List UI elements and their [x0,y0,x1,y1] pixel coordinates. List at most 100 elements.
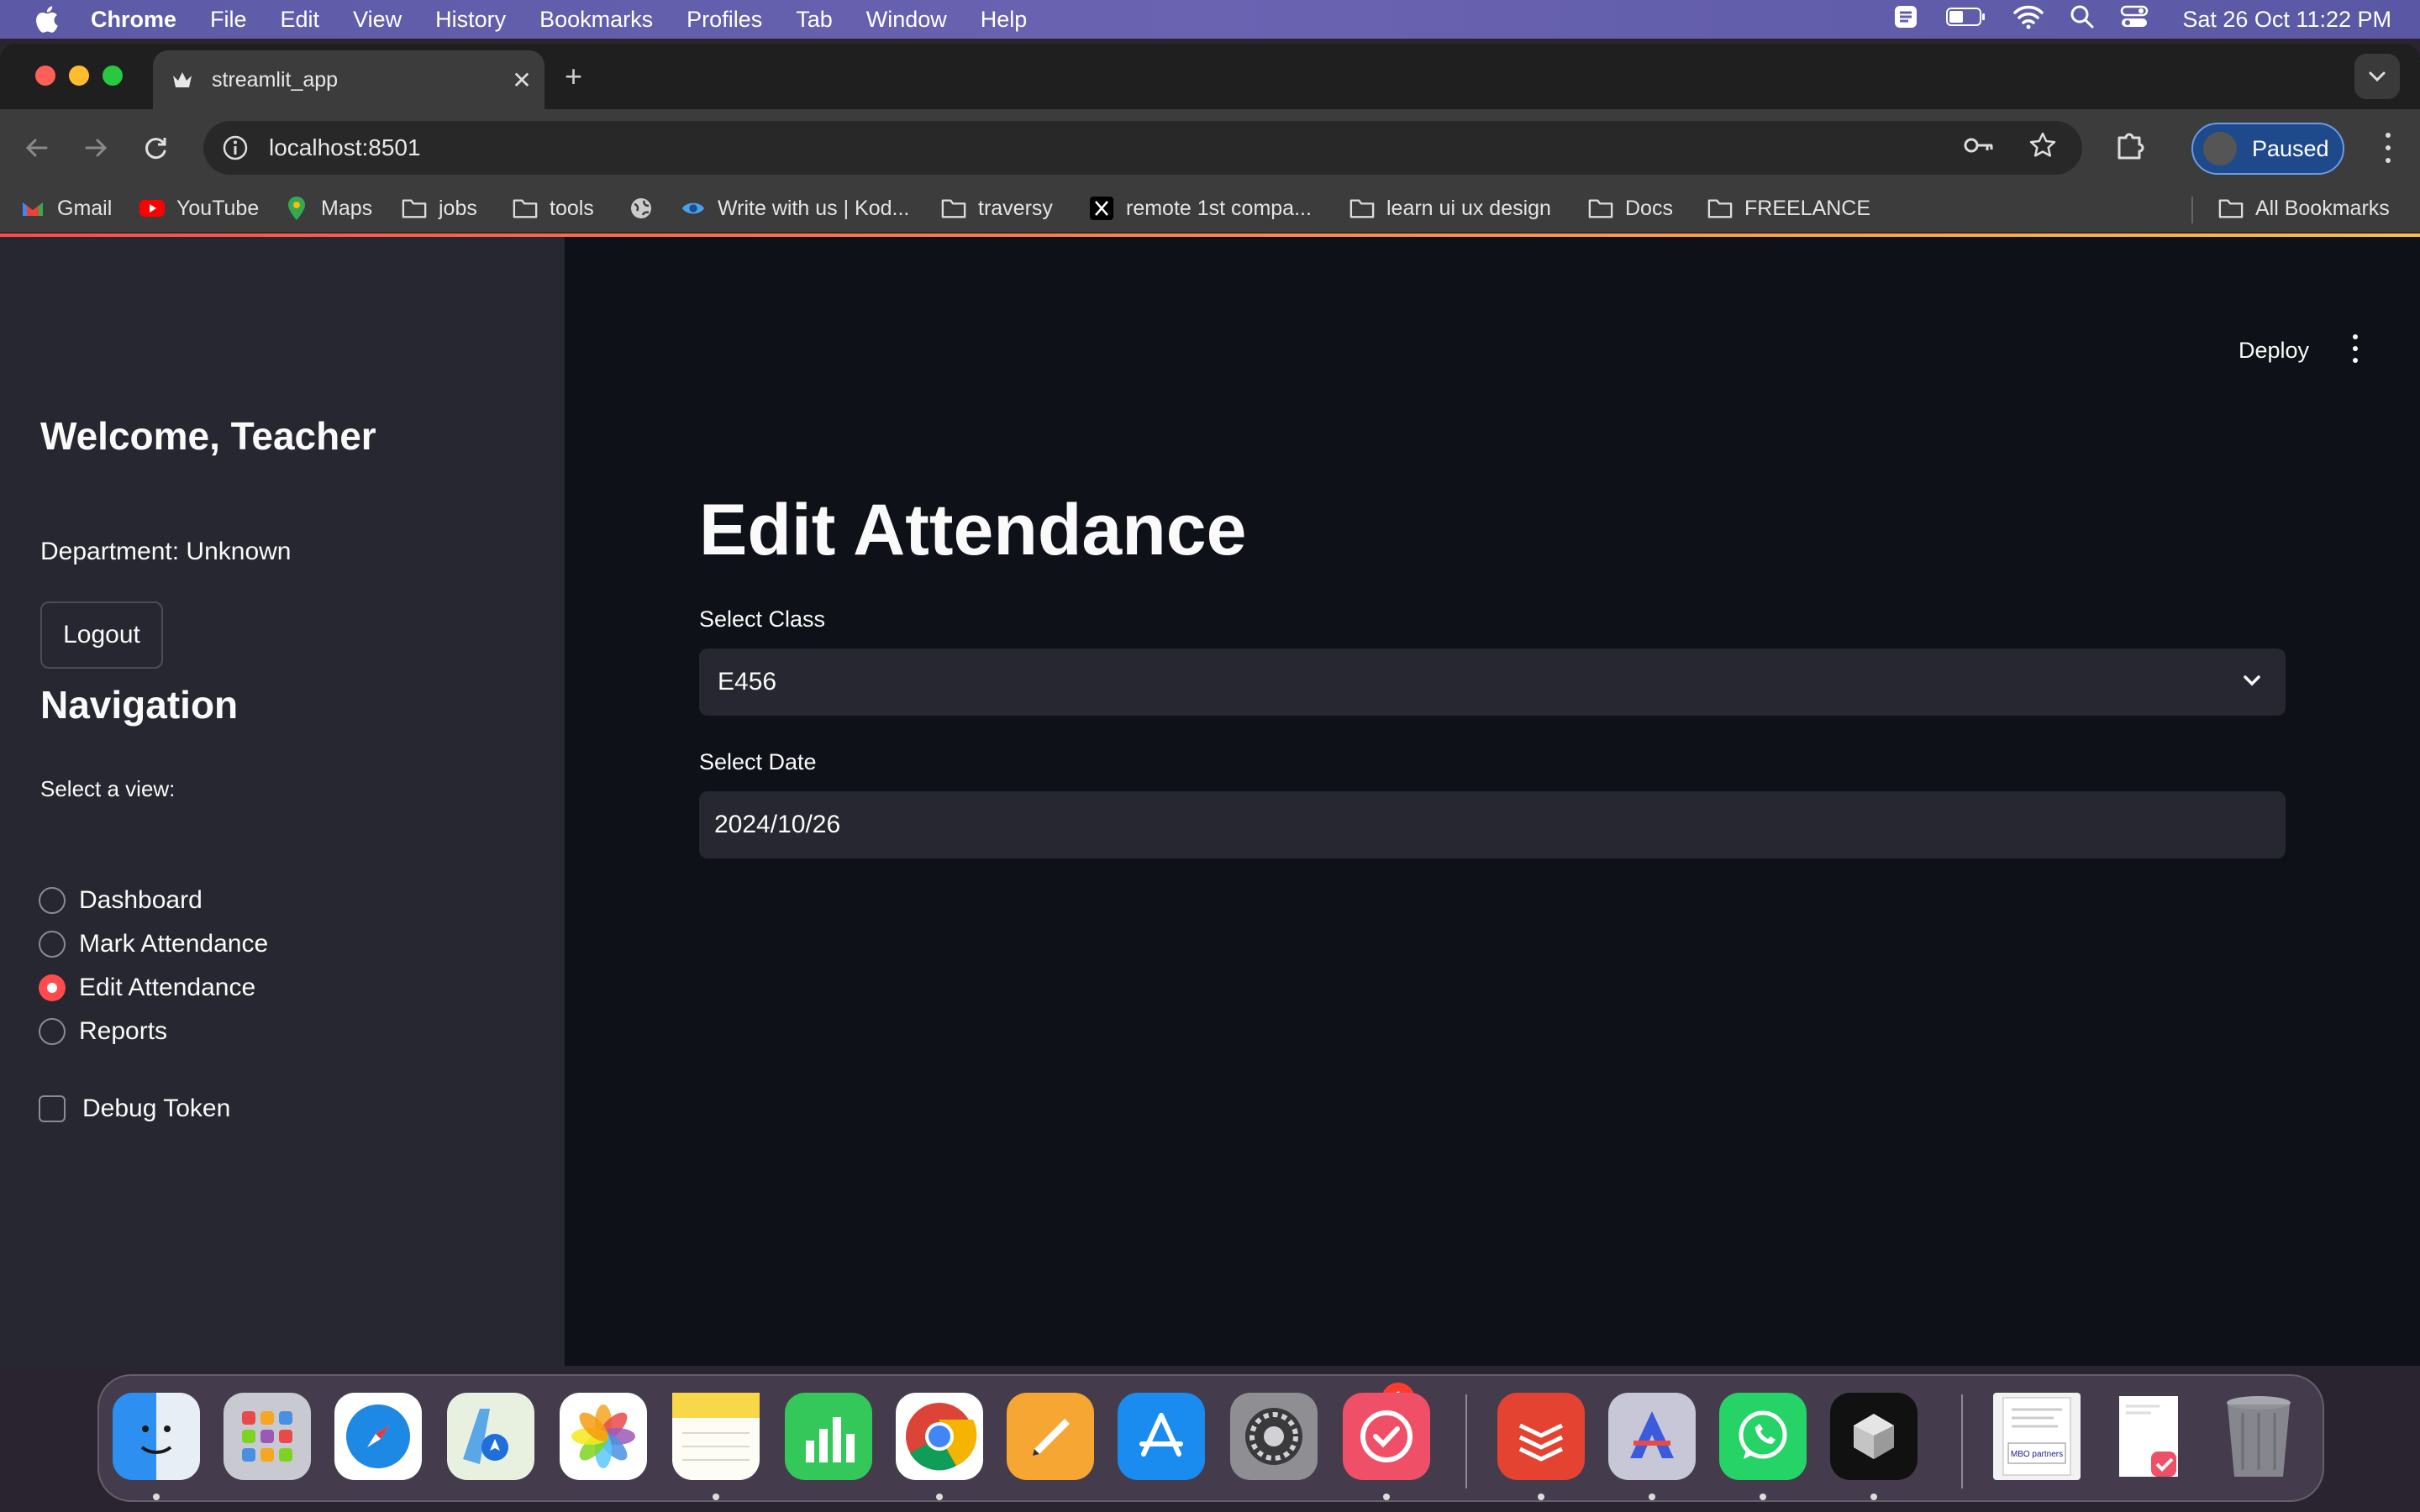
finder-icon[interactable] [113,1393,200,1480]
apple-menu-icon[interactable] [34,3,62,36]
window-fullscreen-button[interactable] [103,66,123,86]
bookmark-maps[interactable]: Maps [284,186,372,230]
bookmark-folder-learn-ui-ux[interactable]: learn ui ux design [1349,186,1551,230]
spotlight-search-icon[interactable] [2070,4,2095,35]
pdf-preview-icon[interactable] [2104,1393,2191,1480]
navigation-heading: Navigation [40,683,239,727]
bookmark-folder-traversy[interactable]: traversy [941,186,1053,230]
radio-circle-selected[interactable] [39,974,66,1001]
menu-profiles[interactable]: Profiles [687,7,762,33]
app-status-icon[interactable] [1891,3,1920,37]
notes-icon[interactable] [672,1393,760,1480]
back-arrow-icon[interactable] [18,129,55,166]
date-input[interactable]: 2024/10/26 [699,791,2286,858]
running-indicator [1649,1494,1655,1500]
cube-app-icon[interactable] [1830,1393,1918,1480]
radio-circle[interactable] [39,931,66,958]
battery-icon[interactable] [1945,6,1987,34]
maps-icon[interactable] [447,1393,534,1480]
menu-history[interactable]: History [435,7,506,33]
radio-circle[interactable] [39,1018,66,1045]
whatsapp-icon[interactable] [1719,1393,1807,1480]
bookmark-remote-companies[interactable]: remote 1st compa... [1089,186,1312,230]
macos-menu-bar: Chrome File Edit View History Bookmarks … [0,0,2420,39]
control-center-icon[interactable] [2120,4,2149,35]
tab-close-icon[interactable]: ✕ [508,66,536,94]
app-menu-kebab-icon[interactable] [2348,334,2363,363]
url-text[interactable]: localhost:8501 [269,134,421,161]
menu-window[interactable]: Window [866,7,947,33]
trash-icon[interactable] [2215,1393,2302,1480]
document-preview-icon[interactable]: MBO partners [1993,1393,2081,1480]
chevron-down-icon[interactable] [2240,669,2264,699]
bookmark-label: Write with us | Kod... [718,196,910,220]
menu-tab[interactable]: Tab [796,7,833,33]
tab-strip: streamlit_app ✕ + [0,44,2420,109]
radio-option-edit-attendance[interactable]: Edit Attendance [39,971,255,1005]
globe-icon [629,196,654,221]
chrome-icon[interactable] [896,1393,983,1480]
class-select[interactable]: E456 [699,648,2286,716]
wifi-icon[interactable] [2012,4,2044,35]
bookmark-label: tools [550,196,594,220]
bookmark-globe[interactable] [629,186,666,230]
menu-view[interactable]: View [353,7,402,33]
affinity-icon[interactable] [1608,1393,1696,1480]
menu-bookmarks[interactable]: Bookmarks [539,7,653,33]
bookmark-folder-freelance[interactable]: FREELANCE [1707,186,1870,230]
photos-icon[interactable] [560,1393,647,1480]
deploy-button[interactable]: Deploy [2238,338,2309,364]
folder-icon [1707,196,1733,221]
logout-button[interactable]: Logout [40,601,163,669]
radio-option-dashboard[interactable]: Dashboard [39,884,203,917]
mbo-partners-label: MBO partners [2011,1450,2063,1459]
password-key-icon[interactable] [1963,134,1995,161]
select-class-label: Select Class [699,606,826,632]
streamlit-crown-icon [171,68,195,92]
site-info-icon[interactable] [218,131,252,165]
checkbox-box[interactable] [39,1095,66,1122]
view-radio-label: Select a view: [40,776,176,801]
address-bar[interactable]: localhost:8501 [203,121,2082,175]
tab-search-chevron-icon[interactable] [2354,54,2400,99]
menu-app-name[interactable]: Chrome [91,7,176,33]
tasks-check-icon[interactable] [1343,1393,1430,1480]
welcome-heading: Welcome, Teacher [40,414,376,458]
menu-file[interactable]: File [210,7,247,33]
bookmark-gmail[interactable]: Gmail [20,186,112,230]
browser-tab[interactable]: streamlit_app ✕ [153,50,544,109]
date-input-value[interactable]: 2024/10/26 [714,811,840,839]
pages-icon[interactable] [1007,1393,1094,1480]
numbers-icon[interactable] [785,1393,872,1480]
menu-help[interactable]: Help [981,7,1028,33]
forward-arrow-icon[interactable] [77,129,114,166]
reload-icon[interactable] [138,129,175,166]
bookmark-star-icon[interactable] [2028,131,2057,165]
launchpad-icon[interactable] [224,1393,311,1480]
all-bookmarks-folder[interactable]: All Bookmarks [2218,186,2390,230]
debug-token-checkbox[interactable]: Debug Token [39,1092,230,1126]
bookmark-write-with-us[interactable]: Write with us | Kod... [681,186,909,230]
menubar-clock[interactable]: Sat 26 Oct 11:22 PM [2182,7,2391,33]
bookmarks-bar: Gmail YouTube Maps jobs tools Write with… [0,186,2420,234]
running-indicator [713,1494,719,1500]
system-settings-icon[interactable] [1230,1393,1318,1480]
menu-edit[interactable]: Edit [281,7,320,33]
new-tab-icon[interactable]: + [565,59,582,94]
bookmark-youtube[interactable]: YouTube [139,186,259,230]
todoist-icon[interactable] [1497,1393,1585,1480]
radio-circle[interactable] [39,887,66,914]
bookmark-folder-docs[interactable]: Docs [1588,186,1673,230]
app-store-icon[interactable] [1118,1393,1205,1480]
radio-option-mark-attendance[interactable]: Mark Attendance [39,927,268,961]
bookmarks-divider [2191,197,2193,223]
profile-button[interactable]: Paused [2191,123,2344,175]
window-minimize-button[interactable] [69,66,89,86]
bookmark-folder-tools[interactable]: tools [513,186,594,230]
bookmark-folder-jobs[interactable]: jobs [402,186,477,230]
chrome-menu-kebab-icon[interactable] [2380,129,2396,166]
window-close-button[interactable] [35,66,55,86]
extensions-puzzle-icon[interactable] [2112,129,2146,167]
radio-option-reports[interactable]: Reports [39,1015,167,1048]
safari-icon[interactable] [334,1393,422,1480]
